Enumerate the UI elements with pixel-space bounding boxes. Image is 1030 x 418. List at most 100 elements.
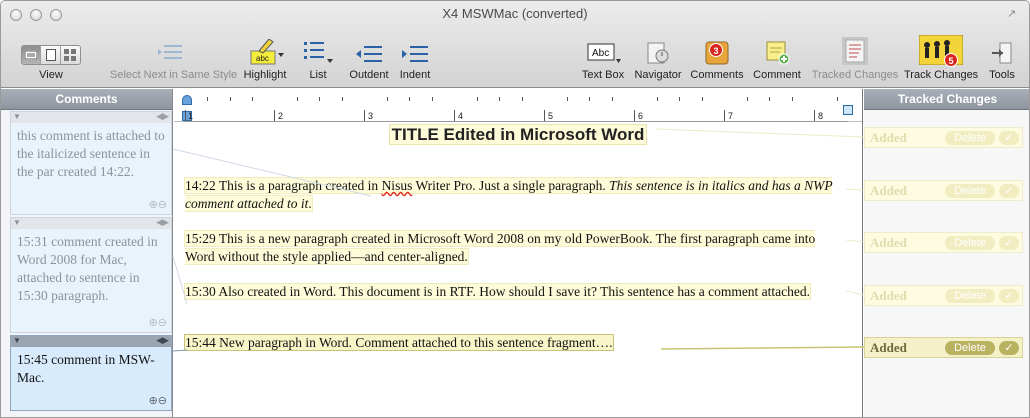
p1-text-a[interactable]: 14:22 This is a paragraph created in	[185, 178, 382, 193]
indent-icon	[402, 46, 428, 62]
ruler-number: 4	[458, 111, 464, 121]
ruler-tick	[387, 97, 388, 101]
comment-nav-arrows-icon[interactable]: ◀▶	[156, 111, 169, 122]
comment-box-active[interactable]: ▼ ◀▶ 15:45 comment in MSW-Mac. ⊕⊖	[10, 335, 172, 411]
comments-tool[interactable]: 3 Comments	[688, 39, 746, 81]
comment-text[interactable]: 15:45 comment in MSW-Mac.	[11, 347, 171, 391]
ruler-tick	[522, 97, 523, 101]
indent-label: Indent	[399, 69, 431, 81]
delete-change-button[interactable]: Delete	[945, 341, 995, 355]
ruler-tick	[207, 97, 208, 101]
app-window: X4 MSWMac (converted) ↗ View Select Next…	[0, 0, 1030, 418]
tools-label: Tools	[989, 69, 1015, 81]
ruler-mark	[274, 110, 275, 121]
accept-change-button[interactable]: ✓	[999, 341, 1019, 355]
ruler-tick	[342, 97, 343, 101]
comment-box-header: ▼ ◀▶	[11, 111, 171, 123]
document-area[interactable]: 1 2 3 4 5 6 7 8 TITLE Edited in Microsof…	[174, 89, 863, 417]
delete-change-button[interactable]: Delete	[945, 131, 995, 145]
navigator-tool[interactable]: Navigator	[631, 39, 685, 81]
paragraph-3[interactable]: 15:30 Also created in Word. This documen…	[185, 283, 847, 301]
view-segmented-control[interactable]	[21, 45, 81, 65]
ruler-number: 3	[368, 111, 374, 121]
delete-change-button[interactable]: Delete	[945, 289, 995, 303]
accept-change-button[interactable]: ✓	[999, 289, 1019, 303]
ruler-number: 8	[818, 111, 824, 121]
tracked-change-row[interactable]: Added Delete ✓	[864, 180, 1023, 201]
paragraph-4[interactable]: 15:44 New paragraph in Word. Comment att…	[185, 334, 847, 352]
right-indent-marker[interactable]	[843, 105, 853, 115]
misspelled-word[interactable]: Nisus	[382, 178, 413, 193]
add-remove-comment-icon[interactable]: ⊕⊖	[149, 316, 167, 329]
accept-change-button[interactable]: ✓	[999, 184, 1019, 198]
navigator-icon	[647, 42, 669, 64]
text-box-tool[interactable]: Abc Text Box	[577, 39, 629, 81]
ruler-tick	[612, 97, 613, 101]
ruler-tick	[409, 97, 410, 101]
window-title: X4 MSWMac (converted)	[442, 6, 588, 21]
comment-text[interactable]: 15:31 comment created in Word 2008 for M…	[11, 229, 171, 309]
draft-view-icon[interactable]	[22, 46, 42, 64]
ruler-tick	[297, 97, 298, 101]
paragraph-1-text[interactable]: 14:22 This is a paragraph created in Nis…	[185, 178, 833, 211]
select-next-icon	[158, 45, 182, 59]
collapse-triangle-icon[interactable]: ▼	[13, 336, 21, 345]
list-label: List	[309, 69, 327, 81]
ruler-mark	[814, 110, 815, 121]
ruler[interactable]: 1 2 3 4 5 6 7 8	[174, 89, 862, 122]
tracked-change-row-active[interactable]: Added Delete ✓	[864, 337, 1023, 358]
collapse-triangle-icon[interactable]: ▼	[13, 112, 21, 121]
add-remove-comment-icon[interactable]: ⊕⊖	[149, 394, 167, 407]
tools-tool[interactable]: Tools	[983, 39, 1021, 81]
comment-nav-arrows-icon[interactable]: ◀▶	[156, 217, 169, 228]
add-comment-tool[interactable]: Comment	[750, 39, 804, 81]
highlight-tool[interactable]: abc Highlight	[238, 39, 292, 81]
comment-nav-arrows-icon[interactable]: ◀▶	[156, 335, 169, 346]
tools-icon	[992, 42, 1012, 64]
delete-change-button[interactable]: Delete	[945, 184, 995, 198]
change-type-label: Added	[870, 130, 907, 145]
add-remove-comment-icon[interactable]: ⊕⊖	[149, 198, 167, 211]
fullscreen-icon[interactable]: ↗	[1007, 8, 1019, 20]
paragraph-2-text[interactable]: 15:29 This is a new paragraph created in…	[185, 231, 816, 264]
ruler-tick	[679, 97, 680, 101]
tracked-changes-panel: Tracked Changes Added Delete ✓ Added Del…	[864, 89, 1029, 417]
tracked-change-row[interactable]: Added Delete ✓	[864, 232, 1023, 253]
comment-box-header: ▼ ◀▶	[11, 217, 171, 229]
p1-text-e[interactable]: .	[308, 196, 311, 211]
comment-label: Comment	[753, 69, 801, 81]
delete-change-button[interactable]: Delete	[945, 236, 995, 250]
accept-change-button[interactable]: ✓	[999, 131, 1019, 145]
collapse-triangle-icon[interactable]: ▼	[13, 218, 21, 227]
paragraph-3-text[interactable]: 15:30 Also created in Word. This documen…	[185, 284, 811, 299]
list-icon	[304, 42, 333, 63]
first-line-indent-marker[interactable]	[182, 95, 192, 105]
paragraph-1[interactable]: 14:22 This is a paragraph created in Nis…	[185, 177, 847, 213]
indent-tool[interactable]: Indent	[396, 39, 434, 81]
ruler-number: 6	[638, 111, 644, 121]
thumbnail-view-icon[interactable]	[60, 46, 80, 64]
tracked-change-row[interactable]: Added Delete ✓	[864, 127, 1023, 148]
tracked-change-row[interactable]: Added Delete ✓	[864, 285, 1023, 306]
p1-text-c[interactable]: Writer Pro. Just a single paragraph.	[412, 178, 609, 193]
document-title[interactable]: TITLE Edited in Microsoft Word	[174, 125, 862, 145]
tracked-changes-tool[interactable]: Tracked Changes	[809, 37, 901, 81]
document-title-text[interactable]: TITLE Edited in Microsoft Word	[389, 125, 647, 144]
comment-box[interactable]: ▼ ◀▶ 15:31 comment created in Word 2008 f…	[10, 217, 172, 333]
page-view-icon[interactable]	[41, 46, 61, 64]
paragraph-2[interactable]: 15:29 This is a new paragraph created in…	[185, 230, 847, 266]
paragraph-4-text[interactable]: 15:44 New paragraph in Word. Comment att…	[185, 335, 613, 350]
select-next-tool[interactable]: Select Next in Same Style	[110, 39, 237, 81]
accept-change-button[interactable]: ✓	[999, 236, 1019, 250]
outdent-tool[interactable]: Outdent	[344, 39, 394, 81]
comment-text[interactable]: this comment is attached to the italiciz…	[11, 123, 171, 185]
change-type-label: Added	[870, 235, 907, 250]
view-tool[interactable]: View	[21, 39, 81, 81]
comment-box[interactable]: ▼ ◀▶ this comment is attached to the ital…	[10, 111, 172, 215]
track-changes-tool[interactable]: 5 Track Changes	[904, 35, 978, 81]
list-tool[interactable]: List	[299, 39, 337, 81]
view-label: View	[39, 69, 63, 81]
ruler-mark	[185, 110, 186, 121]
ruler-tick	[657, 97, 658, 101]
highlighter-icon: abc	[250, 39, 284, 65]
